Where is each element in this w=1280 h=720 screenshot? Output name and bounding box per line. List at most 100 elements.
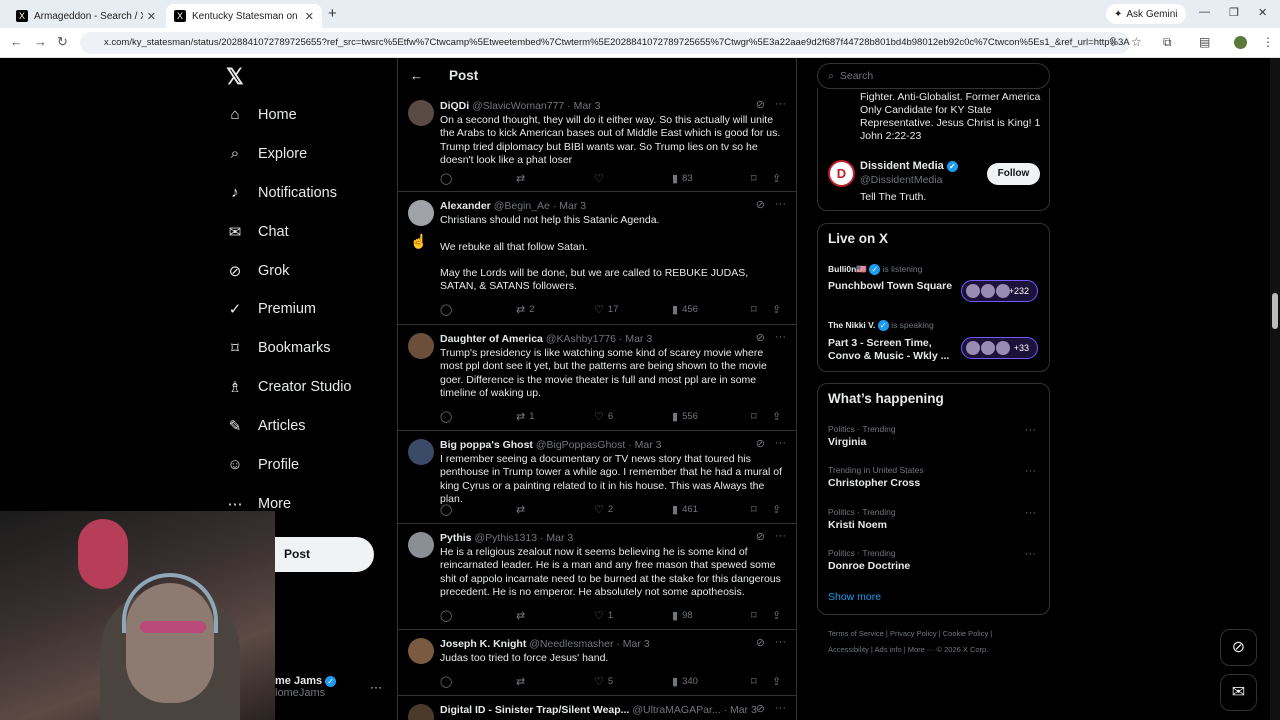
repost-button[interactable]: ⇄ (516, 675, 529, 688)
account-switcher[interactable]: me Jams ✓ lomeJams (275, 675, 337, 699)
tweet-handle-date[interactable]: @UltraMAGAPar... · Mar 3 (632, 704, 756, 716)
bookmark-star-icon[interactable]: ☆ (1131, 35, 1142, 49)
tweet-handle-date[interactable]: @BigPoppasGhost · Mar 3 (536, 439, 662, 451)
scrollbar-thumb[interactable] (1272, 293, 1278, 329)
reload-icon[interactable]: ↻ (57, 34, 68, 50)
avatar[interactable] (408, 200, 434, 226)
suggest-handle[interactable]: @DissidentMedia (860, 174, 942, 186)
reply-button[interactable]: ◯ (440, 172, 456, 185)
trend-more-icon[interactable]: ··· (1025, 465, 1036, 477)
share-button[interactable]: ⇪ (772, 609, 781, 622)
avatar[interactable] (408, 704, 434, 720)
tweet-handle-date[interactable]: @Pythis1313 · Mar 3 (474, 532, 573, 544)
like-button[interactable]: ♡ 1 (594, 609, 613, 622)
views-button[interactable]: ▮ 83 (672, 172, 693, 185)
views-button[interactable]: ▮ 98 (672, 609, 693, 622)
like-button[interactable]: ♡ 6 (594, 410, 613, 423)
tweet-more-icon[interactable]: ··· (775, 198, 786, 211)
trend-item[interactable]: Christopher Cross (828, 477, 920, 489)
grok-explain-icon[interactable]: ⊘ (756, 636, 765, 649)
reply-button[interactable]: ◯ (440, 410, 456, 423)
views-button[interactable]: ▮ 556 (672, 410, 698, 423)
nav-articles[interactable]: ✎ Articles (226, 417, 306, 435)
window-close-icon[interactable]: ✕ (1258, 6, 1267, 19)
tweet-author-name[interactable]: Digital ID - Sinister Trap/Silent Weap..… (440, 704, 629, 716)
address-bar[interactable]: x.com/ky_statesman/status/20288410727897… (80, 32, 1130, 54)
bookmark-button[interactable]: ⌑ (751, 410, 757, 423)
back-arrow-icon[interactable]: ← (10, 34, 23, 49)
grok-explain-icon[interactable]: ⊘ (756, 702, 765, 715)
tab-kentucky-statesman[interactable]: X Kentucky Statesman on X: "Dor ✕ (166, 4, 322, 28)
reply-tweet[interactable]: Big poppa's Ghost @BigPoppasGhost · Mar … (398, 431, 796, 524)
grok-explain-icon[interactable]: ⊘ (756, 198, 765, 211)
bookmark-button[interactable]: ⌑ (751, 503, 757, 516)
side-panel-icon[interactable]: ▤ (1199, 35, 1210, 49)
back-arrow-icon[interactable]: ← (410, 68, 423, 83)
share-button[interactable]: ⇪ (772, 675, 781, 688)
browser-menu-icon[interactable]: ⋮ (1262, 35, 1274, 49)
share-button[interactable]: ⇪ (772, 172, 781, 185)
nav-explore[interactable]: ⌕ Explore (226, 145, 307, 162)
space-title[interactable]: Punchbowl Town Square (828, 280, 952, 293)
tab-close-icon[interactable]: ✕ (147, 10, 156, 23)
reply-tweet[interactable]: DiQDi @SlavicWoman777 · Mar 3 ⊘ ··· On a … (398, 92, 796, 192)
repost-button[interactable]: ⇄ (516, 609, 529, 622)
grok-explain-icon[interactable]: ⊘ (756, 331, 765, 344)
space-title[interactable]: Part 3 - Screen Time, Convo & Music - Wk… (828, 337, 956, 363)
grok-explain-icon[interactable]: ⊘ (756, 530, 765, 543)
share-button[interactable]: ⇪ (772, 410, 781, 423)
ask-gemini-button[interactable]: ✦ Ask Gemini (1106, 4, 1186, 24)
tweet-handle-date[interactable]: @Needlesmasher · Mar 3 (529, 638, 649, 650)
repost-button[interactable]: ⇄ 1 (516, 410, 535, 423)
share-button[interactable]: ⇪ (772, 503, 781, 516)
bookmark-button[interactable]: ⌑ (751, 609, 757, 622)
install-app-icon[interactable]: ⇩ (1108, 35, 1118, 49)
views-button[interactable]: ▮ 461 (672, 503, 698, 516)
space-listeners-badge[interactable]: +232 (961, 280, 1038, 302)
like-button[interactable]: ♡ 2 (594, 503, 613, 516)
tweet-author-name[interactable]: Pythis (440, 532, 472, 544)
nav-profile[interactable]: ☺ Profile (226, 456, 299, 473)
follow-button[interactable]: Follow (987, 163, 1040, 185)
nav-creator-studio[interactable]: ♗ Creator Studio (226, 378, 351, 396)
reply-button[interactable]: ◯ (440, 303, 456, 316)
repost-button[interactable]: ⇄ (516, 172, 529, 185)
minimize-icon[interactable]: — (1199, 6, 1210, 18)
footer-links-row2[interactable]: Accessibility | Ads info | More ··· © 20… (828, 642, 1048, 658)
post-button[interactable]: Post (275, 537, 374, 572)
like-button[interactable]: ♡ 5 (594, 675, 613, 688)
show-more-link[interactable]: Show more (828, 591, 881, 603)
search-input[interactable]: ⌕ Search (817, 63, 1050, 89)
footer-links-row1[interactable]: Terms of Service | Privacy Policy | Cook… (828, 626, 1048, 642)
grok-explain-icon[interactable]: ⊘ (756, 437, 765, 450)
nav-home[interactable]: ⌂ Home (226, 106, 296, 123)
tweet-author-name[interactable]: Joseph K. Knight (440, 638, 526, 650)
trend-item[interactable]: Virginia (828, 436, 866, 448)
avatar[interactable]: D (828, 160, 855, 187)
tweet-handle-date[interactable]: @KAshby1776 · Mar 3 (546, 333, 652, 345)
tweet-handle-date[interactable]: @SlavicWoman777 · Mar 3 (472, 100, 600, 112)
tweet-author-name[interactable]: DiQDi (440, 100, 469, 112)
bookmark-button[interactable]: ⌑ (751, 172, 757, 185)
tweet-more-icon[interactable]: ··· (775, 331, 786, 344)
avatar[interactable] (408, 439, 434, 465)
tweet-more-icon[interactable]: ··· (775, 437, 786, 450)
suggest-name[interactable]: Dissident Media ✓ (860, 160, 958, 172)
space-listeners-badge[interactable]: +33 (961, 337, 1038, 359)
nav-notifications[interactable]: ♪ Notifications (226, 184, 337, 201)
nav-bookmarks[interactable]: ⌑ Bookmarks (226, 339, 330, 357)
nav-chat[interactable]: ✉ Chat (226, 223, 289, 241)
avatar[interactable] (408, 532, 434, 558)
x-logo-icon[interactable]: 𝕏 (226, 64, 244, 90)
views-button[interactable]: ▮ 456 (672, 303, 698, 316)
avatar[interactable] (408, 638, 434, 664)
restore-icon[interactable]: ❐ (1229, 6, 1239, 19)
grok-explain-icon[interactable]: ⊘ (756, 98, 765, 111)
avatar[interactable] (408, 100, 434, 126)
tweet-more-icon[interactable]: ··· (775, 636, 786, 649)
reply-button[interactable]: ◯ (440, 503, 456, 516)
trend-item[interactable]: Kristi Noem (828, 519, 887, 531)
reply-button[interactable]: ◯ (440, 609, 456, 622)
tweet-more-icon[interactable]: ··· (775, 98, 786, 111)
trend-more-icon[interactable]: ··· (1025, 424, 1036, 436)
